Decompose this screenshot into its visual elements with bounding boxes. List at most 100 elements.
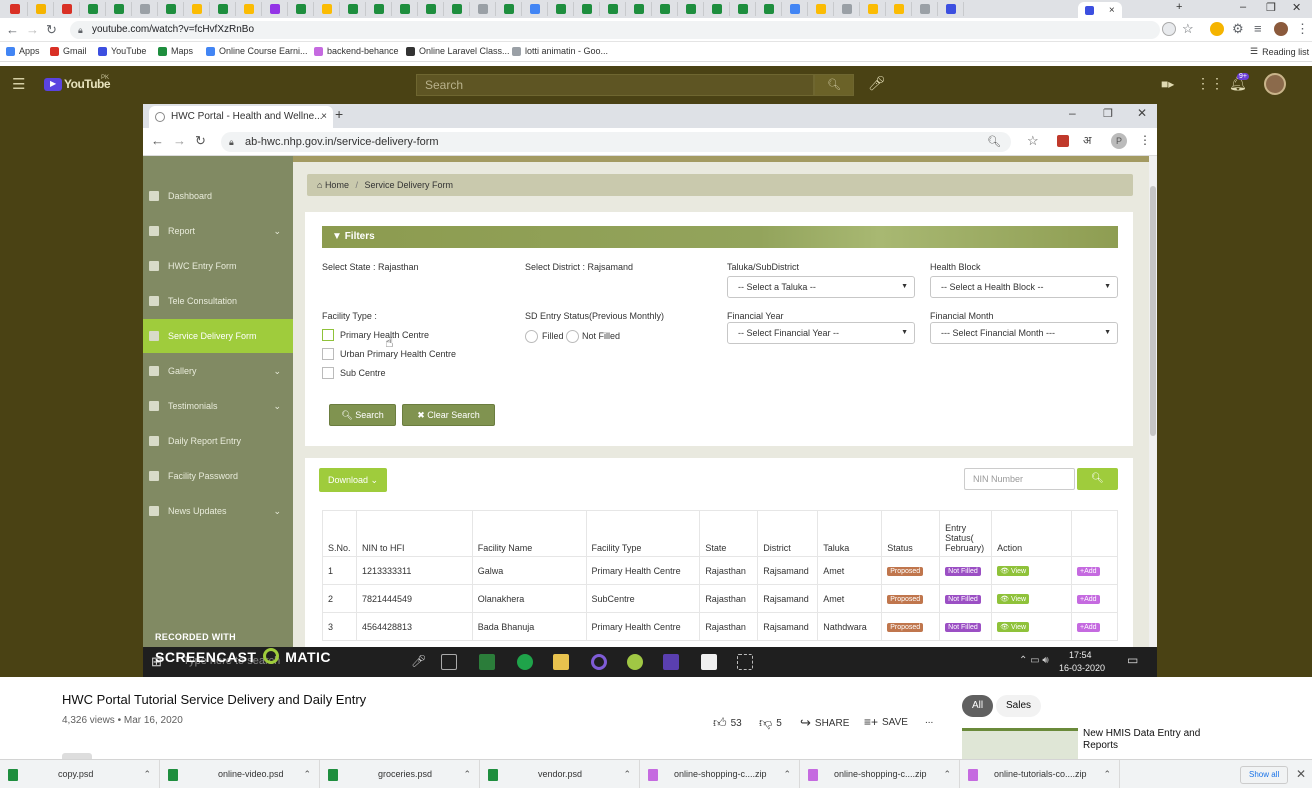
youtube-search-input[interactable]: Search	[416, 74, 814, 96]
bookmark-item[interactable]: YouTube	[98, 46, 146, 56]
inner-new-tab-button[interactable]: +	[335, 106, 343, 122]
download-item[interactable]: copy.psd ⌃	[0, 760, 160, 788]
profile-avatar-icon[interactable]	[1274, 22, 1288, 36]
browser-tab[interactable]	[28, 2, 54, 16]
taluka-select[interactable]: -- Select a Taluka -- ▼	[727, 276, 915, 298]
show-all-button[interactable]: Show all	[1240, 766, 1289, 784]
browser-tab[interactable]	[106, 2, 132, 16]
close-window-icon[interactable]: ✕	[1292, 1, 1301, 14]
inner-restore-icon[interactable]: ❐	[1103, 107, 1113, 120]
browser-tab[interactable]	[184, 2, 210, 16]
browser-tab[interactable]	[522, 2, 548, 16]
chip-sales[interactable]: Sales	[996, 695, 1042, 717]
inner-profile-icon[interactable]: P	[1111, 133, 1127, 149]
browser-tab[interactable]	[704, 2, 730, 16]
chevron-up-icon[interactable]: ⌃	[1103, 760, 1111, 788]
browser-tab[interactable]	[496, 2, 522, 16]
inner-close-icon[interactable]: ✕	[1137, 106, 1147, 120]
sidebar-item[interactable]: Daily Report Entry	[143, 424, 293, 458]
save-button[interactable]: ≡+ SAVE	[864, 715, 908, 729]
financial-year-select[interactable]: -- Select Financial Year -- ▼	[727, 322, 915, 344]
browser-tab[interactable]	[366, 2, 392, 16]
download-item[interactable]: vendor.psd ⌃	[480, 760, 640, 788]
bookmark-item[interactable]: Online Course Earni...	[206, 46, 308, 56]
view-button[interactable]: 👁︎ View	[997, 566, 1030, 576]
sd-filled-radio[interactable]	[525, 330, 538, 343]
sidebar-item[interactable]: Tele Consultation	[143, 284, 293, 318]
browser-tab[interactable]	[444, 2, 470, 16]
download-dropdown-button[interactable]: Download ⌄	[319, 468, 387, 492]
bookmark-star-icon[interactable]: ☆	[1182, 21, 1194, 37]
browser-tab[interactable]	[652, 2, 678, 16]
browser-tab[interactable]	[236, 2, 262, 16]
inner-forward-icon[interactable]: →	[173, 133, 186, 148]
sidebar-item[interactable]: Facility Password	[143, 459, 293, 493]
active-outer-tab[interactable]: ×	[1078, 2, 1122, 18]
suggestion-title[interactable]: New HMIS Data Entry and Reports	[1083, 728, 1213, 752]
browser-tab[interactable]	[938, 2, 964, 16]
browser-tab[interactable]	[912, 2, 938, 16]
browser-tab[interactable]	[808, 2, 834, 16]
nin-number-input[interactable]: NIN Number	[964, 468, 1075, 490]
snipping-tool-icon[interactable]	[737, 654, 753, 670]
back-arrow-icon[interactable]: ←	[6, 22, 19, 37]
download-item[interactable]: online-shopping-c....zip ⌃	[800, 760, 960, 788]
download-item[interactable]: online-tutorials-co....zip ⌃	[960, 760, 1120, 788]
bookmark-item[interactable]: Online Laravel Class...	[406, 46, 510, 56]
bookmark-item[interactable]: Gmail	[50, 46, 87, 56]
nin-search-button[interactable]: 🔍︎	[1077, 468, 1118, 490]
hamburger-menu-icon[interactable]: ☰	[12, 75, 25, 93]
inner-reload-icon[interactable]: ↻	[195, 133, 206, 149]
browser-tab[interactable]	[600, 2, 626, 16]
inner-back-icon[interactable]: ←	[151, 133, 164, 148]
chevron-up-icon[interactable]: ⌃	[303, 760, 311, 788]
bookmark-item[interactable]: Maps	[158, 46, 193, 56]
install-icon[interactable]	[1162, 22, 1176, 36]
download-item[interactable]: online-video.psd ⌃	[160, 760, 320, 788]
inner-zoom-icon[interactable]: 🔍︎	[987, 132, 1001, 152]
sidebar-item[interactable]: Dashboard	[143, 179, 293, 213]
browser-tab[interactable]	[132, 2, 158, 16]
chrome-app-icon[interactable]	[627, 654, 643, 670]
sidebar-item[interactable]: Testimonials ⌄	[143, 389, 293, 423]
browser-tab[interactable]	[288, 2, 314, 16]
browser-tab[interactable]	[418, 2, 444, 16]
browser-tab[interactable]	[210, 2, 236, 16]
inner-url-field[interactable]: 🔒︎ ab-hwc.nhp.gov.in/service-delivery-fo…	[221, 132, 1011, 152]
inner-scrollbar[interactable]	[1149, 156, 1157, 647]
forward-arrow-icon[interactable]: →	[26, 22, 39, 37]
view-button[interactable]: 👁︎ View	[997, 594, 1030, 604]
browser-tab[interactable]	[834, 2, 860, 16]
add-button[interactable]: +Add	[1076, 623, 1100, 632]
dislike-button[interactable]: 👎︎ 5	[759, 715, 782, 731]
close-tab-icon[interactable]: ×	[1109, 5, 1115, 16]
youtube-search-button[interactable]: 🔍︎	[814, 74, 854, 96]
inner-minimize-icon[interactable]: –	[1069, 106, 1076, 120]
bookmark-item[interactable]: backend-behance	[314, 46, 399, 56]
inner-scrollbar-thumb[interactable]	[1150, 186, 1156, 436]
pdf-extension-icon[interactable]	[1057, 135, 1069, 147]
browser-tab[interactable]	[54, 2, 80, 16]
restore-icon[interactable]: ❐	[1266, 1, 1276, 14]
extension-g-icon[interactable]	[1210, 22, 1224, 36]
sidebar-item[interactable]: Gallery ⌄	[143, 354, 293, 388]
browser-tab[interactable]	[678, 2, 704, 16]
browser-tab[interactable]	[548, 2, 574, 16]
browser-tab[interactable]	[80, 2, 106, 16]
opera-app-icon[interactable]	[591, 654, 607, 670]
browser-tab[interactable]	[314, 2, 340, 16]
browser-tab[interactable]	[2, 2, 28, 16]
browser-tab[interactable]	[886, 2, 912, 16]
financial-month-select[interactable]: --- Select Financial Month --- ▼	[930, 322, 1118, 344]
clear-search-button[interactable]: ✖ Clear Search	[402, 404, 495, 426]
tray-icons[interactable]: ⌃ ▭ 🔊︎	[1019, 655, 1049, 666]
download-item[interactable]: online-shopping-c....zip ⌃	[640, 760, 800, 788]
menu-dots-icon[interactable]: ⋮	[1296, 21, 1309, 37]
extensions-puzzle-icon[interactable]: ⚙	[1232, 21, 1244, 37]
view-button[interactable]: 👁︎ View	[997, 622, 1030, 632]
mic-icon[interactable]: 🎤︎	[411, 654, 426, 668]
browser-tab[interactable]	[574, 2, 600, 16]
browser-tab[interactable]	[158, 2, 184, 16]
facility-checkbox-phc[interactable]	[322, 329, 334, 341]
inner-tab[interactable]: HWC Portal - Health and Wellne... ×	[149, 106, 333, 128]
